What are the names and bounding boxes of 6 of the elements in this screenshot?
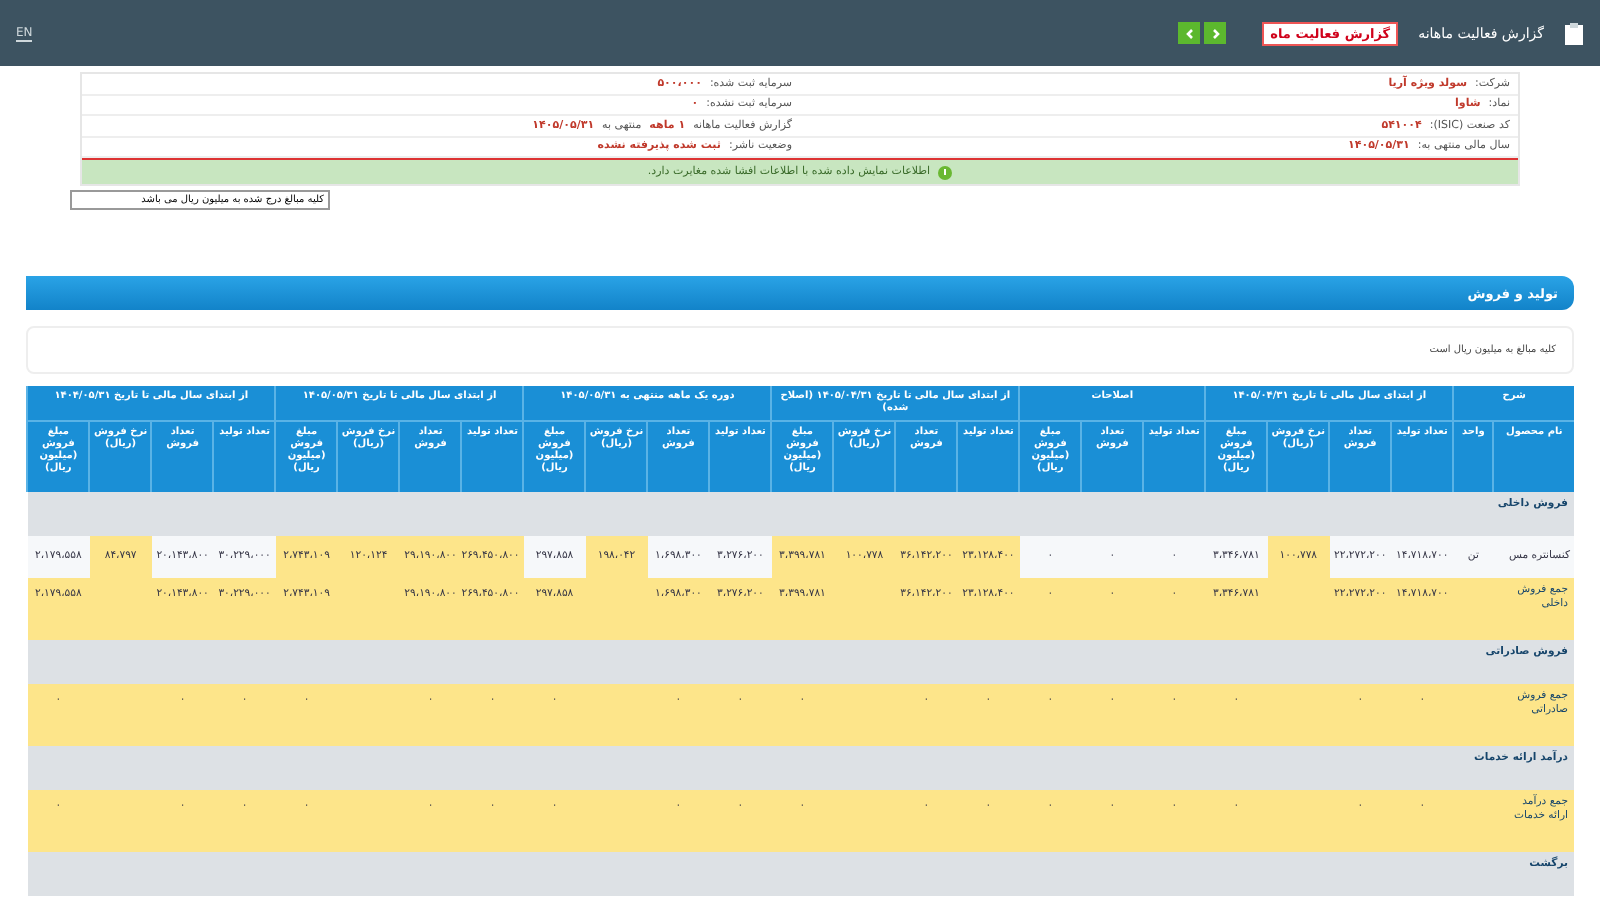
next-button[interactable] xyxy=(1204,22,1227,44)
previous-button[interactable] xyxy=(1178,22,1201,44)
chevron-left-icon xyxy=(1183,27,1196,39)
info-icon xyxy=(938,165,953,179)
chevron-right-icon xyxy=(1209,27,1222,39)
clipboard-icon xyxy=(1564,21,1584,45)
